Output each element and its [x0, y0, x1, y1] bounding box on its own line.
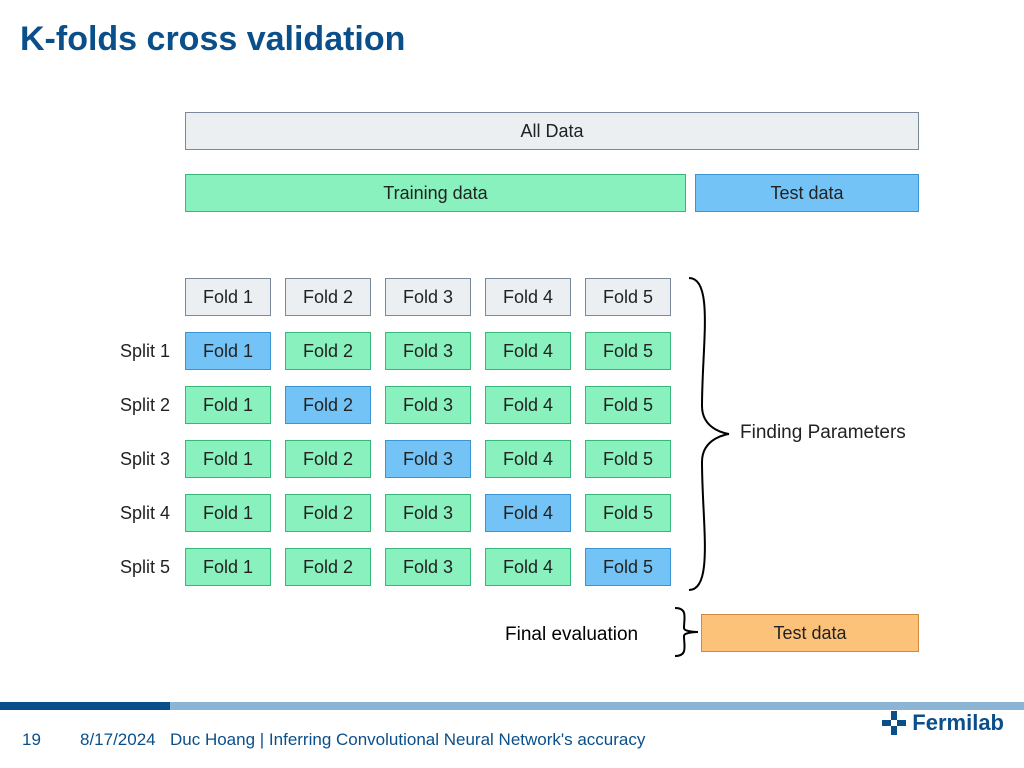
logo-icon — [882, 711, 906, 735]
fold-box: Fold 3 — [385, 278, 471, 316]
fold-box: Fold 4 — [485, 332, 571, 370]
fold-box: Fold 4 — [485, 440, 571, 478]
logo-text: Fermilab — [912, 710, 1004, 736]
slide-date: 8/17/2024 — [80, 730, 156, 750]
fold-box: Fold 4 — [485, 548, 571, 586]
fold-row: Fold 1 Fold 2 Fold 3 Fold 4 Fold 5 — [185, 548, 671, 586]
fold-box: Fold 2 — [285, 494, 371, 532]
fold-row: Fold 1 Fold 2 Fold 3 Fold 4 Fold 5 — [185, 386, 671, 424]
fold-box: Fold 4 — [485, 494, 571, 532]
page-number: 19 — [22, 730, 41, 750]
fold-box: Fold 5 — [585, 494, 671, 532]
footer-band — [0, 702, 1024, 710]
fold-box: Fold 1 — [185, 548, 271, 586]
final-eval-label: Final evaluation — [505, 624, 638, 646]
fold-row: Fold 1 Fold 2 Fold 3 Fold 4 Fold 5 — [185, 494, 671, 532]
fold-box: Fold 5 — [585, 386, 671, 424]
fold-box: Fold 2 — [285, 332, 371, 370]
final-testdata-box: Test data — [701, 614, 919, 652]
split-label: Split 1 — [80, 332, 170, 370]
fold-row: Fold 1 Fold 2 Fold 3 Fold 4 Fold 5 — [185, 278, 671, 316]
fold-box: Fold 1 — [185, 386, 271, 424]
split-label: Split 2 — [80, 386, 170, 424]
fold-box: Fold 5 — [585, 278, 671, 316]
fold-box: Fold 5 — [585, 332, 671, 370]
fold-box: Fold 3 — [385, 548, 471, 586]
fold-box: Fold 3 — [385, 332, 471, 370]
fold-box: Fold 2 — [285, 548, 371, 586]
fold-box: Fold 5 — [585, 440, 671, 478]
fold-box: Fold 5 — [585, 548, 671, 586]
fold-box: Fold 1 — [185, 278, 271, 316]
fold-box: Fold 1 — [185, 332, 271, 370]
fermilab-logo: Fermilab — [882, 710, 1004, 736]
fold-box: Fold 2 — [285, 440, 371, 478]
fold-row: Fold 1 Fold 2 Fold 3 Fold 4 Fold 5 — [185, 332, 671, 370]
training-box: Training data — [185, 174, 686, 212]
slide-title: K-folds cross validation — [20, 20, 405, 59]
testdata-box: Test data — [695, 174, 919, 212]
split-label: Split 5 — [80, 548, 170, 586]
fold-box: Fold 4 — [485, 278, 571, 316]
fold-grid: Fold 1Fold 2Fold 3Fold 4Fold 5Fold 1Fold… — [185, 278, 671, 586]
fold-row: Fold 1 Fold 2 Fold 3 Fold 4 Fold 5 — [185, 440, 671, 478]
fold-box: Fold 3 — [385, 386, 471, 424]
split-label: Split 3 — [80, 440, 170, 478]
fold-box: Fold 1 — [185, 494, 271, 532]
fold-box: Fold 4 — [485, 386, 571, 424]
fold-box: Fold 1 — [185, 440, 271, 478]
fold-box: Fold 2 — [285, 278, 371, 316]
brace-icon — [684, 276, 734, 592]
split-label: Split 4 — [80, 494, 170, 532]
alldata-box: All Data — [185, 112, 919, 150]
fold-box: Fold 3 — [385, 494, 471, 532]
finding-parameters-label: Finding Parameters — [740, 422, 906, 444]
fold-box: Fold 3 — [385, 440, 471, 478]
byline: Duc Hoang | Inferring Convolutional Neur… — [170, 730, 645, 750]
fold-box: Fold 2 — [285, 386, 371, 424]
brace-small-icon — [670, 606, 700, 658]
